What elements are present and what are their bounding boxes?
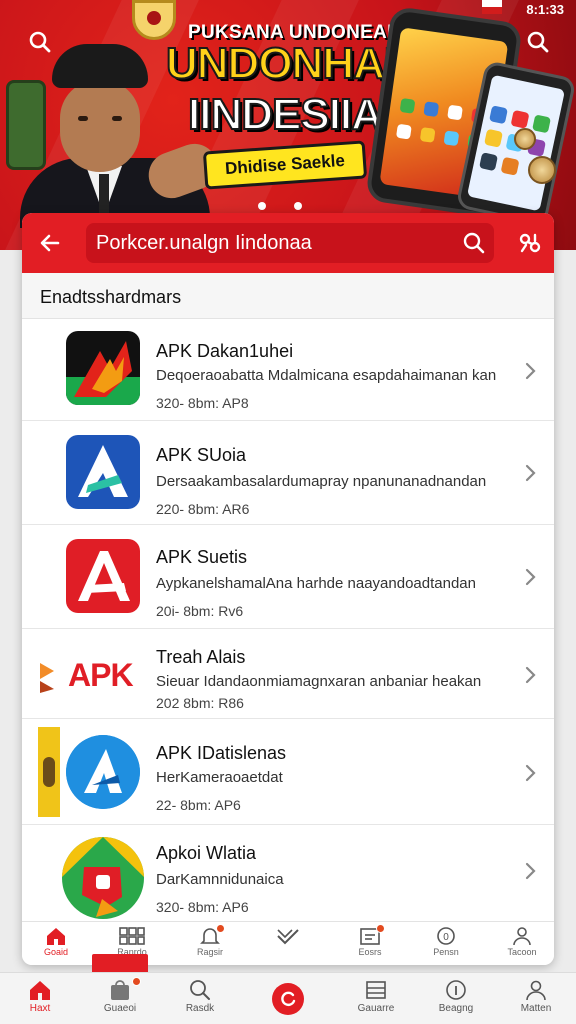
app-title: APK IDatislenas (156, 743, 287, 763)
pager-dot[interactable] (294, 202, 302, 210)
app-meta: 22- 8bm: AP6 (156, 797, 241, 813)
svg-text:0: 0 (443, 932, 449, 943)
red-tab-indicator (92, 954, 148, 974)
app-title: Apkoi Wlatia (156, 843, 257, 863)
inner-tab-label: Ragsir (196, 947, 223, 957)
notification-badge (376, 924, 385, 933)
share-icon (519, 233, 541, 253)
chevron-right-icon (525, 666, 536, 684)
bag-icon (111, 980, 129, 1000)
nav-label: Haxt (29, 1003, 51, 1014)
app-description: AypkanelshamalAna harhde naayandoadtanda… (156, 575, 476, 592)
nav-list[interactable]: Gauarre (344, 979, 408, 1023)
app-description: DarKamnnidunaica (156, 871, 284, 888)
pager-dot[interactable] (258, 202, 266, 210)
bottom-nav: Haxt Guaeoi Rasdk Gauarre Beagng Matten (0, 972, 576, 1024)
search-icon[interactable] (462, 231, 486, 255)
section-title: Enadtsshardmars (40, 287, 182, 307)
chevron-right-icon (525, 862, 536, 880)
app-list-item[interactable]: APK Suetis AypkanelshamalAna harhde naay… (22, 525, 554, 629)
map-pin-app-icon (62, 837, 144, 919)
notification-badge (216, 924, 225, 933)
nav-label: Gauarre (357, 1003, 395, 1014)
list-icon (366, 981, 386, 999)
inner-tab-home[interactable]: Goaid (32, 926, 80, 965)
app-title: APK Dakan1uhei (156, 341, 294, 361)
search-header (22, 213, 554, 273)
app-meta: 202 8bm: R86 (156, 695, 244, 711)
flame-app-icon (66, 331, 140, 405)
app-list-item[interactable]: Apkoi Wlatia DarKamnnidunaica 320- 8bm: … (22, 825, 554, 923)
nav-label: Beagng (438, 1003, 474, 1014)
arrow-left-icon (40, 234, 60, 252)
app-title: APK Suetis (156, 547, 248, 567)
nav-shop[interactable]: Guaeoi (88, 977, 152, 1023)
user-icon (526, 980, 546, 1001)
inner-tab-label: Eosrs (358, 947, 382, 957)
grid-icon (119, 927, 145, 945)
clock-icon: 0 (437, 927, 455, 945)
app-meta: 20i- 8bm: Rv6 (156, 603, 244, 619)
home-icon (47, 928, 65, 945)
app-description: HerKameraoaetdat (156, 769, 283, 786)
side-ad-strip (38, 727, 60, 817)
app-description: Deqoeraoabatta Mdalmicana esapdahaimanan… (156, 367, 496, 384)
home-icon (30, 981, 50, 1000)
inner-tab-label: Goaid (43, 947, 69, 957)
apk-logo: APK (38, 657, 138, 697)
search-icon[interactable] (520, 24, 556, 60)
coin-illustration (514, 128, 536, 150)
chevron-right-icon (525, 464, 536, 482)
flag-icon (482, 0, 502, 14)
apk-logo-text: APK (68, 657, 134, 693)
center-action-button[interactable] (272, 983, 304, 1015)
app-description: Dersaakambasalardumapray npanunanadnanda… (156, 473, 487, 490)
notification-badge (132, 977, 141, 986)
nav-profile[interactable]: Matten (504, 979, 568, 1023)
app-list-item[interactable]: APK Dakan1uhei Deqoeraoabatta Mdalmicana… (22, 319, 554, 421)
share-button[interactable] (514, 227, 546, 259)
check-icon (277, 929, 299, 945)
search-results-card: Enadtsshardmars APK Dakan1uhei Deqoeraoa… (22, 213, 554, 965)
app-meta: 320- 8bm: AP8 (156, 395, 249, 411)
search-box (86, 223, 494, 263)
nav-label: Rasdk (185, 1003, 215, 1014)
nav-info[interactable]: Beagng (424, 979, 488, 1023)
triangle-app-icon (66, 435, 140, 509)
app-meta: 220- 8bm: AR6 (156, 501, 250, 517)
status-time: 8:1:33 (526, 2, 564, 17)
arrow-app-icon (66, 735, 140, 809)
app-meta: 320- 8bm: AP6 (156, 899, 249, 915)
inner-tab-label: Tacoon (507, 947, 537, 957)
inner-tab-history[interactable]: 0 Pensn (422, 926, 470, 965)
refresh-icon (281, 991, 296, 1007)
app-description: Sieuar Idandaonmiamagnxaran anbaniar hea… (156, 673, 482, 690)
chevron-right-icon (525, 568, 536, 586)
back-button[interactable] (34, 227, 66, 259)
letter-a-app-icon (66, 539, 140, 613)
nav-search[interactable]: Rasdk (168, 979, 232, 1023)
app-title: Treah Alais (156, 647, 246, 667)
coin-illustration (528, 156, 556, 184)
inner-tab-cards[interactable]: Eosrs (346, 924, 394, 965)
app-list-item[interactable]: APK IDatislenas HerKameraoaetdat 22- 8bm… (22, 719, 554, 825)
nav-label: Guaeoi (103, 1003, 137, 1014)
inner-tab-label: Pensn (433, 947, 459, 957)
app-list-item[interactable]: APK Treah Alais Sieuar Idandaonmiamagnxa… (22, 629, 554, 719)
nav-home[interactable]: Haxt (8, 979, 72, 1023)
inner-tab-check[interactable] (264, 926, 312, 965)
inner-tab-profile[interactable]: Tacoon (498, 926, 546, 965)
nav-label: Matten (520, 1003, 552, 1014)
inner-tab-notifications[interactable]: Ragsir (186, 924, 234, 965)
section-header: Enadtsshardmars (22, 273, 554, 319)
search-input[interactable] (96, 223, 456, 263)
chevron-right-icon (525, 362, 536, 380)
chevron-right-icon (525, 764, 536, 782)
app-list-item[interactable]: APK SUoia Dersaakambasalardumapray npanu… (22, 421, 554, 525)
banner-title: IINDESIIA! (187, 90, 398, 139)
app-title: APK SUoia (156, 445, 247, 465)
search-icon (190, 980, 210, 1000)
user-icon (513, 927, 531, 946)
info-icon (446, 980, 466, 1000)
